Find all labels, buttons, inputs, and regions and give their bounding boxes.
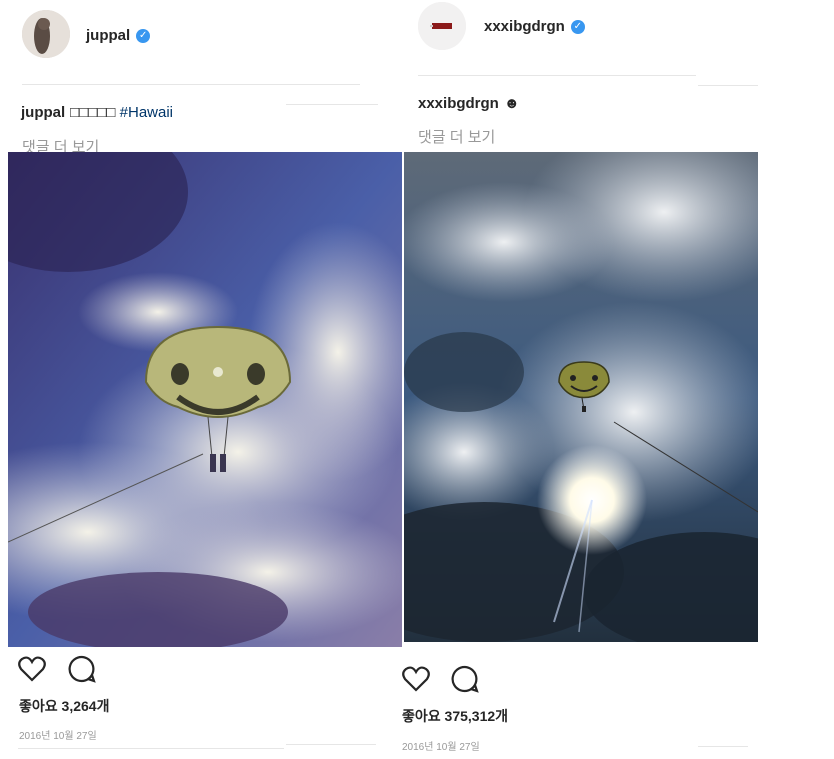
hashtag-link[interactable]: #Hawaii <box>120 104 173 121</box>
likes-count[interactable]: 좋아요 3,264개 <box>19 696 109 716</box>
caption-emoji: ☻ <box>503 95 520 112</box>
avatar[interactable] <box>418 2 466 50</box>
likes-count[interactable]: 좋아요 375,312개 <box>402 706 508 726</box>
caption-username[interactable]: juppal <box>21 104 65 121</box>
parasail-photo <box>404 152 758 642</box>
caption: juppal □□□□□ #Hawaii <box>21 104 173 121</box>
heart-icon[interactable] <box>402 666 430 697</box>
avatar[interactable] <box>22 10 70 58</box>
post-date: 2016년 10월 27일 <box>19 731 97 742</box>
username[interactable]: juppal ✓ <box>86 27 151 44</box>
comment-icon[interactable] <box>68 655 96 688</box>
heart-icon[interactable] <box>18 656 46 687</box>
caption-text: □□□□□ <box>70 104 116 121</box>
comment-icon[interactable] <box>451 665 479 698</box>
post-date: 2016년 10월 27일 <box>402 742 480 753</box>
avatar-image <box>22 10 70 58</box>
divider <box>286 104 378 105</box>
divider <box>698 746 748 747</box>
divider <box>22 84 360 85</box>
caption: xxxibgdrgn ☻ <box>418 95 520 112</box>
post-photo <box>404 152 758 642</box>
caption-username[interactable]: xxxibgdrgn <box>418 95 499 112</box>
divider <box>418 75 696 76</box>
verified-badge-icon: ✓ <box>136 29 151 44</box>
avatar-image <box>418 2 466 50</box>
divider <box>698 85 758 86</box>
divider <box>286 744 376 745</box>
divider <box>18 748 284 749</box>
username-text[interactable]: xxxibgdrgn <box>484 18 565 35</box>
verified-badge-icon: ✓ <box>570 20 585 35</box>
more-comments-link[interactable]: 댓글 더 보기 <box>418 126 495 147</box>
parasail-photo <box>8 152 402 647</box>
username-text[interactable]: juppal <box>86 27 130 44</box>
username[interactable]: xxxibgdrgn ✓ <box>484 18 585 35</box>
post-photo <box>8 152 402 647</box>
